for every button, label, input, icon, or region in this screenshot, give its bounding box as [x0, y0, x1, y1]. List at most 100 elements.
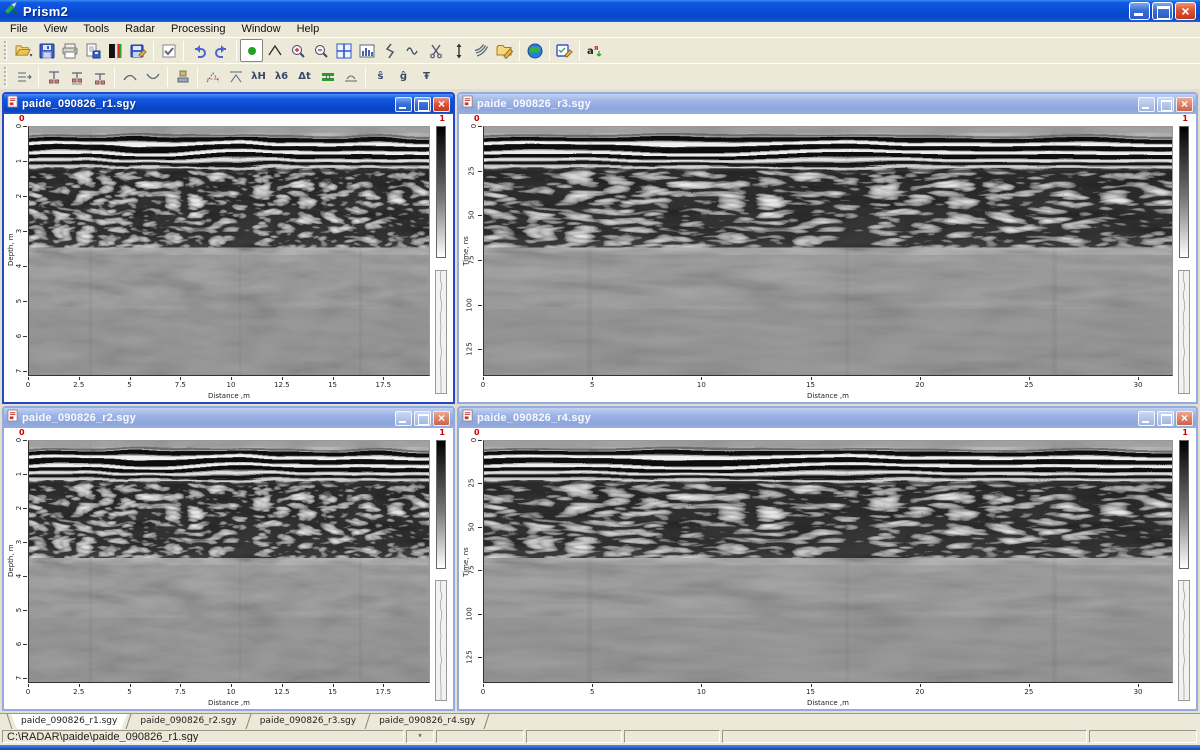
antenna-mid-icon[interactable] [65, 65, 88, 88]
stamp-icon[interactable] [171, 65, 194, 88]
menu-file[interactable]: File [2, 22, 36, 37]
status-bar: C:\RADAR\paide\paide_090826_r1.sgy * [0, 729, 1200, 745]
window-paide_090826_r2.sgy[interactable]: paide_090826_r2.sgy 0 1 Depth, m01234567 [2, 406, 455, 711]
grayscale-colorbar [1179, 126, 1189, 258]
histogram-icon[interactable] [355, 39, 378, 62]
export-icon[interactable] [81, 39, 104, 62]
restore-button[interactable] [1152, 2, 1173, 20]
peak-up-icon[interactable] [118, 65, 141, 88]
x-tick-mark [130, 684, 131, 687]
s-hat-icon[interactable]: ŝ [369, 65, 392, 88]
folder-edit-icon[interactable] [493, 39, 516, 62]
gain-curve-panel[interactable] [435, 270, 447, 394]
x-axis-label: Distance ,m [807, 392, 849, 400]
open-file-icon[interactable] [12, 39, 35, 62]
radargram-plot[interactable] [483, 440, 1173, 683]
menu-help[interactable]: Help [289, 22, 328, 37]
peak-trace-icon[interactable] [263, 39, 286, 62]
tab-paide_090826_r1.sgy[interactable]: paide_090826_r1.sgy [11, 714, 127, 729]
menu-tools[interactable]: Tools [75, 22, 117, 37]
maximize-button[interactable] [1157, 97, 1174, 112]
close-button[interactable] [433, 411, 450, 426]
window-titlebar[interactable]: paide_090826_r3.sgy [459, 94, 1196, 114]
gain-curve-panel[interactable] [435, 580, 447, 701]
window-edit-icon[interactable] [553, 39, 576, 62]
lambda-g-icon[interactable]: λ6 [270, 65, 293, 88]
minimize-button[interactable] [1138, 97, 1155, 112]
window-titlebar[interactable]: paide_090826_r4.sgy [459, 408, 1196, 428]
close-button[interactable] [1176, 411, 1193, 426]
y-tick-mark [23, 161, 27, 162]
minimize-button[interactable] [395, 97, 412, 112]
window-titlebar[interactable]: paide_090826_r1.sgy [4, 94, 453, 114]
toolbar-grip[interactable] [4, 41, 7, 61]
gain-curve-panel[interactable] [1178, 580, 1190, 701]
zigzag-icon[interactable] [378, 39, 401, 62]
position-marker-left: 0 [19, 428, 25, 438]
g-hat-icon[interactable]: ĝ [392, 65, 415, 88]
menu-processing[interactable]: Processing [163, 22, 233, 37]
globe-icon[interactable] [523, 39, 546, 62]
window-paide_090826_r4.sgy[interactable]: paide_090826_r4.sgy 0 1 Time, ns02550751… [457, 406, 1198, 711]
maximize-button[interactable] [414, 97, 431, 112]
palette-icon[interactable] [104, 39, 127, 62]
antenna-down-icon[interactable] [88, 65, 111, 88]
menu-window[interactable]: Window [233, 22, 288, 37]
x-axis: Distance ,m02.557.51012.51517.5 [28, 684, 430, 707]
trace-header-icon[interactable] [12, 65, 35, 88]
window-titlebar[interactable]: paide_090826_r2.sgy [4, 408, 453, 428]
tab-paide_090826_r3.sgy[interactable]: paide_090826_r3.sgy [250, 714, 366, 729]
surface-align-icon[interactable] [339, 65, 362, 88]
menu-view[interactable]: View [36, 22, 76, 37]
antenna-up-icon[interactable] [42, 65, 65, 88]
radargram-plot[interactable] [28, 440, 430, 683]
tile-windows-icon[interactable] [332, 39, 355, 62]
y-tick-mark [478, 657, 482, 658]
tbar-peak-icon[interactable] [224, 65, 247, 88]
save-edit-icon[interactable] [127, 39, 150, 62]
lambda-h-icon[interactable]: λH [247, 65, 270, 88]
close-button[interactable] [1175, 2, 1196, 20]
wavelet-icon[interactable] [401, 39, 424, 62]
x-tick-mark [282, 377, 283, 380]
main-toolbar: aя [0, 37, 1200, 63]
waves-icon[interactable] [470, 39, 493, 62]
close-button[interactable] [433, 97, 450, 112]
tab-paide_090826_r4.sgy[interactable]: paide_090826_r4.sgy [369, 714, 485, 729]
y-tick-mark [478, 483, 482, 484]
radargram-plot[interactable] [28, 126, 430, 376]
maximize-button[interactable] [1157, 411, 1174, 426]
print-icon[interactable] [58, 39, 81, 62]
minimize-button[interactable] [395, 411, 412, 426]
checkbox-icon[interactable] [157, 39, 180, 62]
minimize-button[interactable] [1129, 2, 1150, 20]
window-paide_090826_r1.sgy[interactable]: paide_090826_r1.sgy 0 1 Depth, m01234567 [2, 92, 455, 404]
radargram-plot[interactable] [483, 126, 1173, 376]
menu-radar[interactable]: Radar [117, 22, 163, 37]
zoom-in-icon[interactable] [286, 39, 309, 62]
close-button[interactable] [1176, 97, 1193, 112]
maximize-button[interactable] [414, 411, 431, 426]
minimize-button[interactable] [1138, 411, 1155, 426]
undo-icon[interactable] [187, 39, 210, 62]
main-titlebar[interactable]: Prism2 [0, 0, 1200, 22]
t-hat-icon[interactable]: Ŧ [415, 65, 438, 88]
layers-green-icon[interactable] [316, 65, 339, 88]
toolbar-grip[interactable] [4, 67, 7, 87]
gain-curve-panel[interactable] [1178, 270, 1190, 394]
font-annotation-icon[interactable]: aя [583, 39, 606, 62]
auto-peak-icon[interactable] [201, 65, 224, 88]
record-dot-icon[interactable] [240, 39, 263, 62]
scissors-icon[interactable] [424, 39, 447, 62]
zoom-out-icon[interactable] [309, 39, 332, 62]
redo-icon[interactable] [210, 39, 233, 62]
y-axis: Depth, m01234567 [4, 440, 28, 683]
window-paide_090826_r3.sgy[interactable]: paide_090826_r3.sgy 0 1 Time, ns02550751… [457, 92, 1198, 404]
y-tick-mark [23, 610, 27, 611]
vertical-resize-icon[interactable] [447, 39, 470, 62]
save-icon[interactable] [35, 39, 58, 62]
delta-t-icon[interactable]: Δt [293, 65, 316, 88]
tab-paide_090826_r2.sgy[interactable]: paide_090826_r2.sgy [130, 714, 246, 729]
peak-down-icon[interactable] [141, 65, 164, 88]
y-axis: Time, ns0255075100125 [459, 126, 483, 376]
